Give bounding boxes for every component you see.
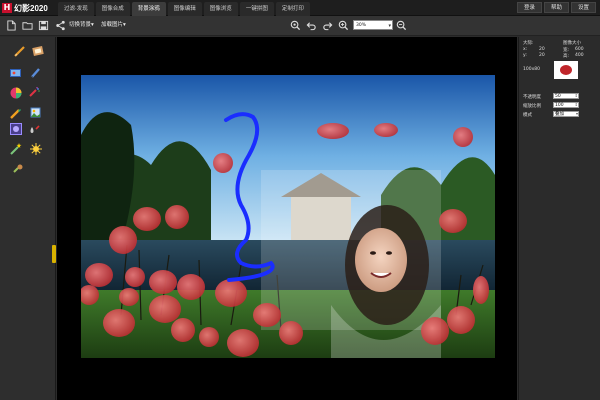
eraser-tool-icon[interactable]	[11, 162, 25, 176]
open-folder-icon[interactable]	[22, 20, 33, 31]
section-label: 大际:	[523, 41, 534, 46]
height-label: 高:	[563, 54, 570, 59]
image-canvas[interactable]	[81, 75, 495, 358]
drop-tool-icon[interactable]	[27, 124, 41, 138]
image-layer-icon[interactable]	[29, 106, 43, 120]
tab-image-browse[interactable]: 图像浏览	[203, 2, 238, 16]
load-picture-dropdown[interactable]: 加载图片▾	[98, 20, 129, 31]
scale-input[interactable]: 100 ⇕	[553, 102, 579, 108]
tab-image-edit[interactable]: 图像编辑	[167, 2, 202, 16]
stamp-tool-icon[interactable]	[31, 44, 45, 58]
new-file-icon[interactable]	[6, 20, 17, 31]
logo-mark: H	[2, 3, 12, 13]
login-button[interactable]: 登录	[516, 2, 542, 13]
settings-button[interactable]: 设置	[570, 2, 596, 13]
palette-tool-icon[interactable]	[9, 66, 23, 80]
wand-tool-icon[interactable]	[9, 142, 23, 156]
mode-select[interactable]: 叠加 ▾	[553, 111, 579, 117]
opacity-input[interactable]: 50 ⇕	[553, 93, 579, 99]
x-label: x:	[523, 47, 528, 52]
help-button[interactable]: 帮助	[543, 2, 569, 13]
share-icon[interactable]	[55, 20, 66, 31]
main-tabs: 过滤·发现 图像合成 背景涂鸦 图像编辑 图像浏览 一键拼图 定制打印	[58, 2, 312, 16]
tab-background-doodle[interactable]: 背景涂鸦	[131, 2, 166, 16]
opacity-label: 不透明度	[523, 95, 541, 100]
pencil-tool-icon[interactable]	[13, 44, 27, 58]
sparkle-tool-icon[interactable]	[29, 142, 43, 156]
toolbar: 切换背景▾ 加载图片▾ 30% ▾	[0, 16, 600, 36]
color-wheel-icon[interactable]	[9, 86, 23, 100]
marker-tool-icon[interactable]	[9, 106, 23, 120]
redo-icon[interactable]	[322, 20, 333, 31]
title-bar: H 幻影2020 过滤·发现 图像合成 背景涂鸦 图像编辑 图像浏览 一键拼图 …	[0, 0, 600, 16]
zoom-level-select[interactable]: 30% ▾	[353, 20, 393, 30]
mode-label: 模式	[523, 113, 532, 118]
panel-collapse-handle[interactable]	[52, 245, 56, 263]
top-right-buttons: 登录 帮助 设置	[515, 2, 596, 13]
scale-label: 缩放比例	[523, 104, 541, 109]
width-value: 600	[575, 47, 584, 52]
selection-tool-icon[interactable]	[9, 122, 23, 136]
switch-background-dropdown[interactable]: 切换背景▾	[66, 20, 97, 31]
spray-tool-icon[interactable]	[27, 86, 41, 100]
app-name: 幻影2020	[14, 3, 48, 13]
image-size-label: 图像大小	[563, 41, 581, 46]
y-label: y:	[523, 53, 527, 58]
zoom-fit-icon[interactable]	[290, 20, 301, 31]
brush-preview[interactable]	[554, 61, 578, 79]
zoom-in-icon[interactable]	[338, 20, 349, 31]
x-value: 20	[539, 47, 545, 52]
tab-puzzle[interactable]: 一键拼图	[239, 2, 274, 16]
properties-panel: 大际: 图像大小 x: 20 宽: 600 y: 20 高: 400 100x8…	[518, 37, 600, 400]
save-icon[interactable]	[38, 20, 49, 31]
zoom-out-icon[interactable]	[396, 20, 407, 31]
tab-print[interactable]: 定制打印	[275, 2, 310, 16]
undo-icon[interactable]	[306, 20, 317, 31]
tab-compose[interactable]: 图像合成	[95, 2, 130, 16]
app-logo: H 幻影2020	[2, 2, 48, 14]
y-value: 20	[539, 53, 545, 58]
tab-filter[interactable]: 过滤·发现	[58, 2, 94, 16]
canvas-area	[57, 37, 517, 400]
brush-size-label: 100x80	[523, 67, 540, 72]
tool-panel	[0, 37, 56, 400]
brush-tool-icon[interactable]	[29, 66, 43, 80]
height-value: 400	[575, 53, 584, 58]
